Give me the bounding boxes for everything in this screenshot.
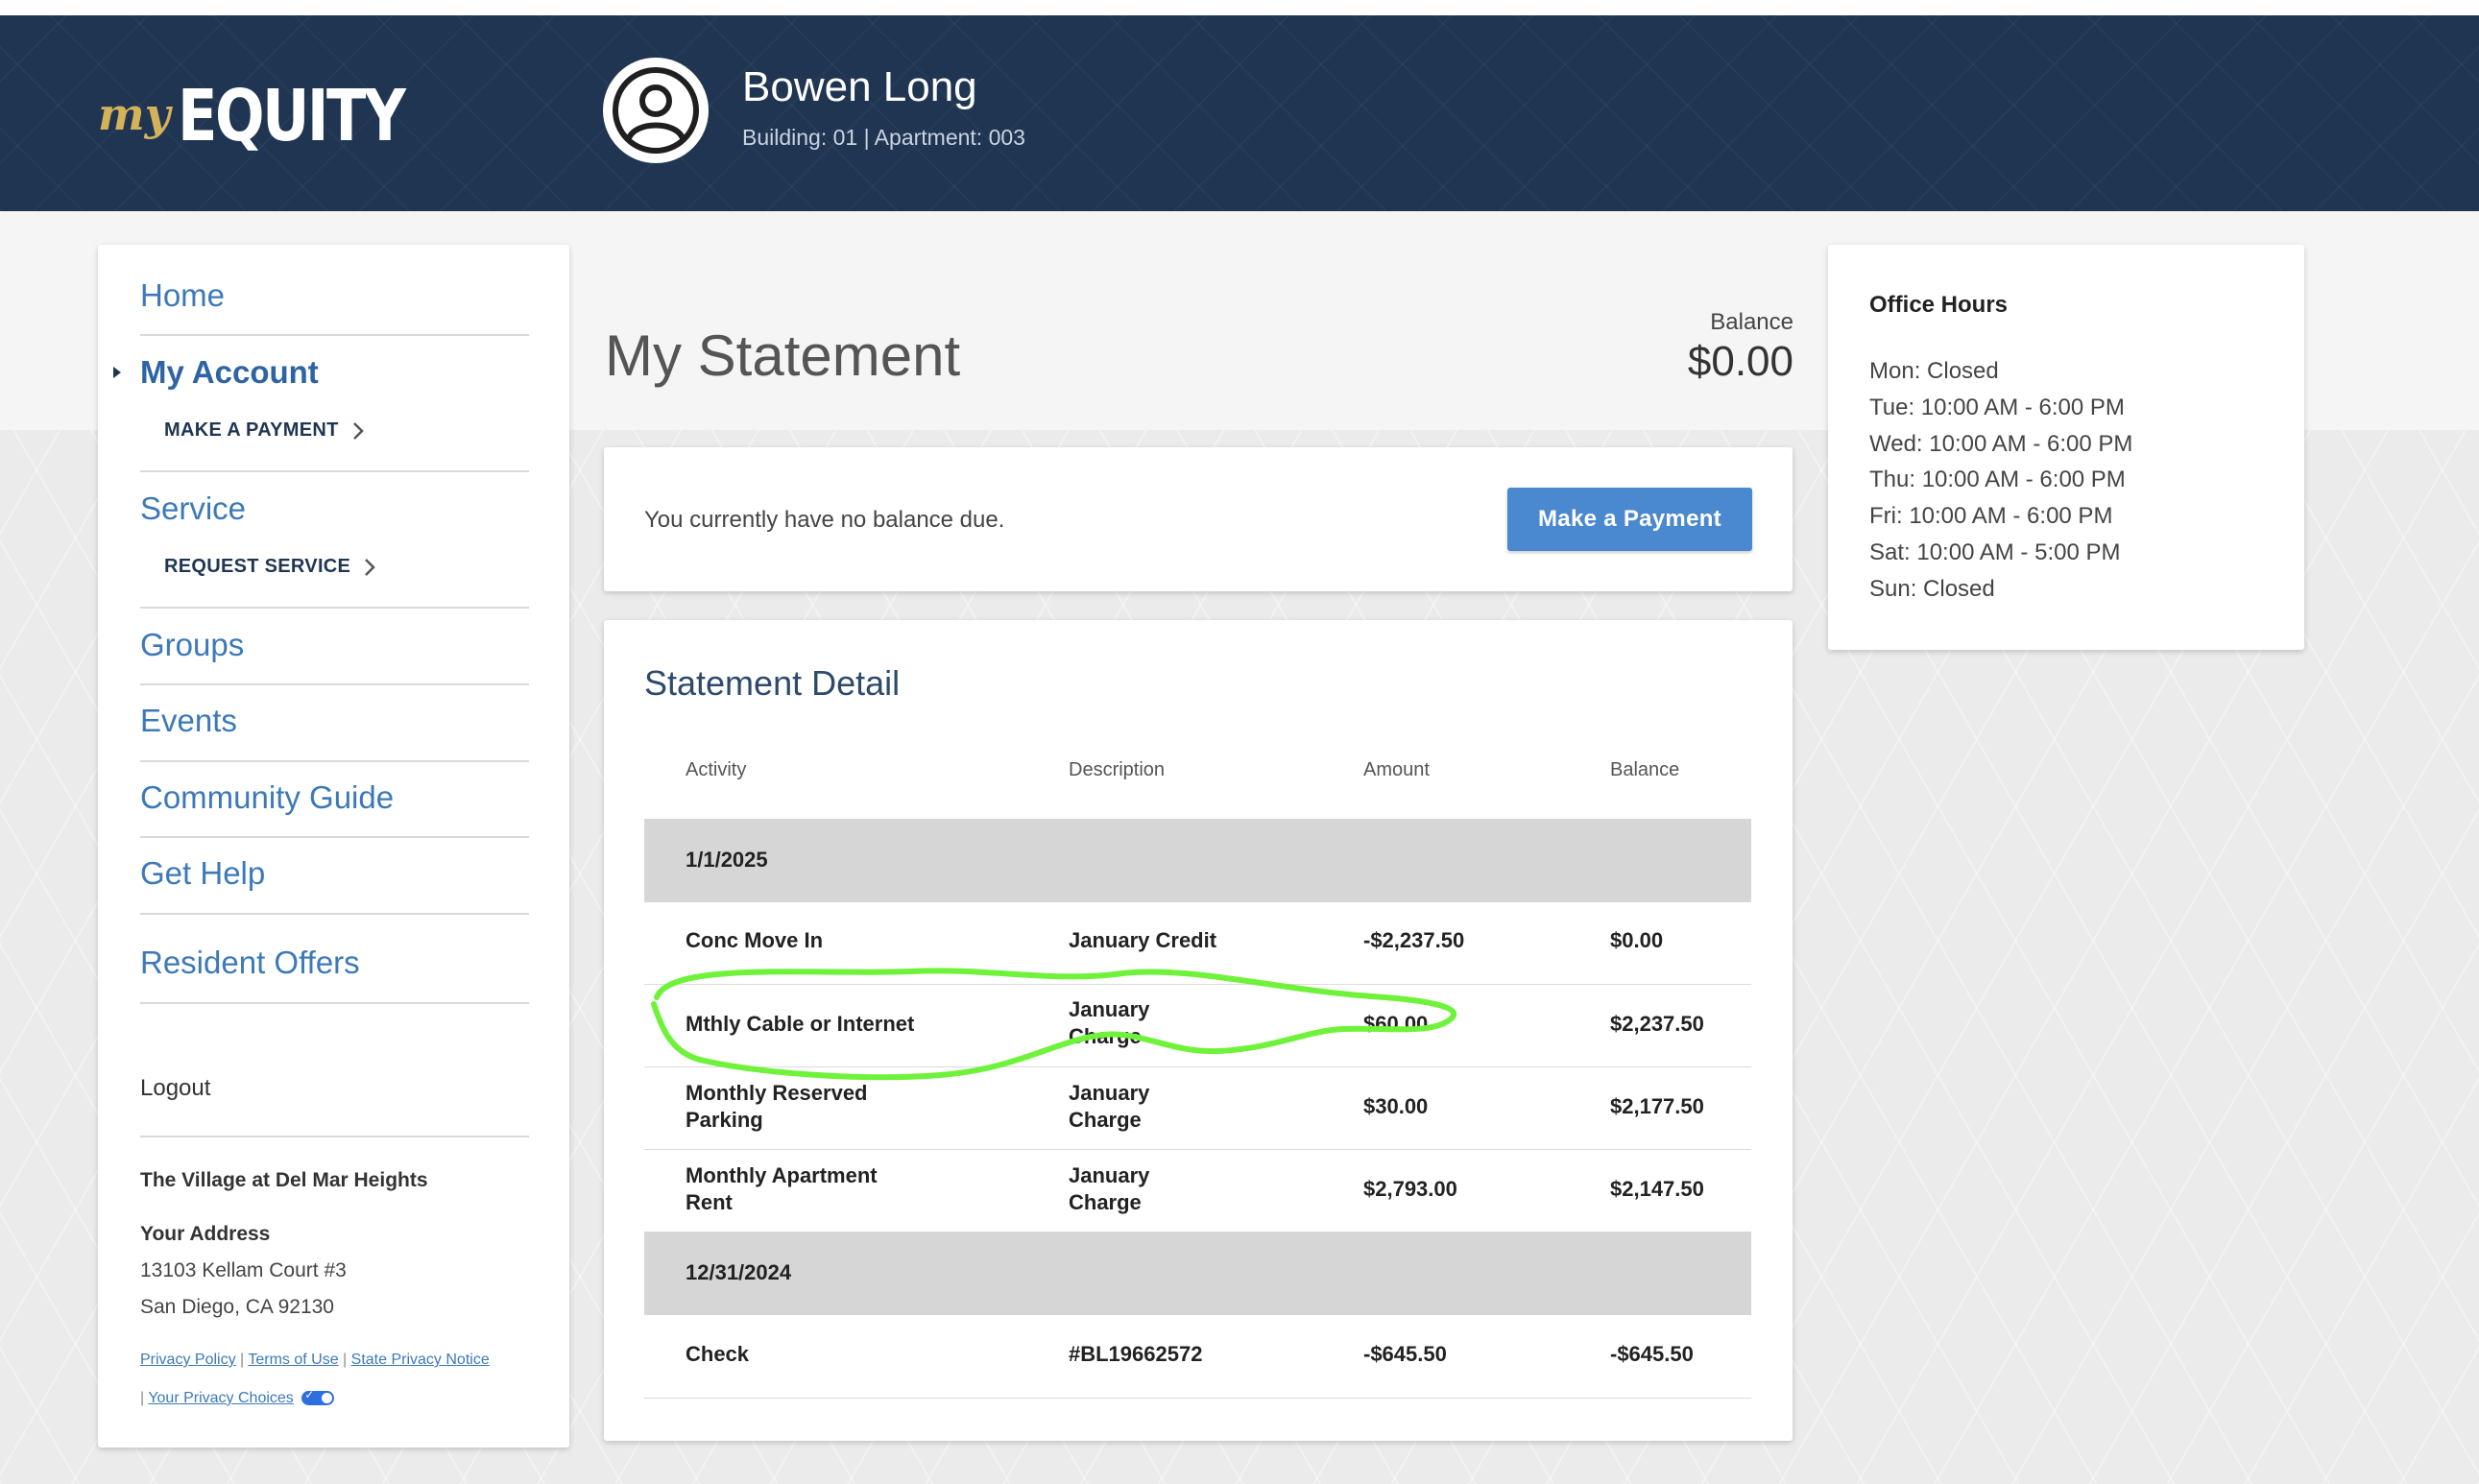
hours-line-sat: Sat: 10:00 AM - 5:00 PM bbox=[1869, 539, 2121, 565]
row-description: January Charge bbox=[1069, 997, 1150, 1048]
date-group-row: 12/31/2024 bbox=[644, 1232, 1751, 1315]
row-amount: $60.00 bbox=[1363, 1012, 1429, 1036]
hours-line-fri: Fri: 10:00 AM - 6:00 PM bbox=[1869, 503, 2113, 529]
column-header-description[interactable]: Description bbox=[1069, 759, 1165, 781]
row-balance: $2,237.50 bbox=[1610, 1012, 1704, 1036]
row-description: January Credit bbox=[1069, 928, 1217, 952]
footer-links-row-2: | Your Privacy Choices bbox=[140, 1388, 335, 1407]
balance-value: $0.00 bbox=[1687, 338, 1793, 385]
no-balance-notice: You currently have no balance due. bbox=[644, 507, 1005, 533]
footer-links-row-1: Privacy Policy | Terms of Use | State Pr… bbox=[140, 1352, 490, 1369]
sidebar-item-get-help[interactable]: Get Help bbox=[140, 855, 265, 892]
top-strip bbox=[0, 0, 2479, 15]
page-title: My Statement bbox=[605, 323, 961, 388]
column-header-amount[interactable]: Amount bbox=[1363, 759, 1430, 781]
sidebar-item-my-account[interactable]: My Account bbox=[140, 354, 319, 391]
divider bbox=[140, 760, 529, 762]
sidebar-sub-label: MAKE A PAYMENT bbox=[164, 419, 339, 441]
logout-link[interactable]: Logout bbox=[140, 1075, 210, 1102]
separator: | bbox=[140, 1390, 145, 1406]
row-divider bbox=[644, 1398, 1751, 1399]
row-activity: Mthly Cable or Internet bbox=[686, 1012, 915, 1036]
sidebar-item-groups[interactable]: Groups bbox=[140, 627, 244, 663]
sidebar-item-resident-offers[interactable]: Resident Offers bbox=[140, 945, 360, 981]
hours-line-thu: Thu: 10:00 AM - 6:00 PM bbox=[1869, 467, 2126, 492]
row-activity: Conc Move In bbox=[686, 928, 824, 952]
address-line-1: 13103 Kellam Court #3 bbox=[140, 1259, 347, 1281]
chevron-right-icon bbox=[365, 558, 375, 576]
hours-line-sun: Sun: Closed bbox=[1869, 576, 1995, 602]
divider bbox=[140, 334, 529, 336]
chevron-right-icon bbox=[352, 421, 364, 440]
active-caret-icon bbox=[113, 367, 121, 378]
sidebar-item-service[interactable]: Service bbox=[140, 491, 246, 527]
row-description: January Charge bbox=[1069, 1163, 1150, 1214]
divider bbox=[140, 913, 529, 915]
privacy-choices-link[interactable]: Your Privacy Choices bbox=[148, 1390, 293, 1406]
property-name: The Village at Del Mar Heights bbox=[140, 1169, 428, 1191]
sidebar-sub-make-payment[interactable]: MAKE A PAYMENT bbox=[164, 419, 364, 442]
hours-line-wed: Wed: 10:00 AM - 6:00 PM bbox=[1869, 431, 2133, 457]
address-label: Your Address bbox=[140, 1223, 271, 1245]
logo-my: my bbox=[98, 88, 171, 140]
divider bbox=[140, 1002, 529, 1004]
row-amount: -$645.50 bbox=[1363, 1342, 1447, 1366]
row-activity: Check bbox=[686, 1342, 750, 1366]
balance-label: Balance bbox=[1710, 309, 1793, 335]
row-divider bbox=[644, 984, 1751, 985]
group-date: 12/31/2024 bbox=[686, 1260, 792, 1284]
row-amount: $30.00 bbox=[1363, 1094, 1429, 1118]
privacy-policy-link[interactable]: Privacy Policy bbox=[140, 1352, 236, 1368]
user-avatar-icon[interactable] bbox=[603, 58, 709, 163]
separator: | bbox=[240, 1352, 245, 1368]
my-equity-logo[interactable]: my EQUITY bbox=[98, 65, 454, 152]
column-header-activity[interactable]: Activity bbox=[686, 759, 746, 781]
row-balance: $2,147.50 bbox=[1610, 1177, 1704, 1201]
statement-detail-title: Statement Detail bbox=[644, 663, 901, 703]
row-description: January Charge bbox=[1069, 1081, 1150, 1132]
row-balance: -$645.50 bbox=[1610, 1342, 1694, 1366]
row-activity: Monthly Reserved Parking bbox=[686, 1081, 868, 1132]
row-activity: Monthly Apartment Rent bbox=[686, 1163, 878, 1214]
make-payment-button[interactable]: Make a Payment bbox=[1507, 488, 1752, 551]
row-divider bbox=[644, 1066, 1751, 1067]
row-balance: $0.00 bbox=[1610, 928, 1664, 952]
site-header: my EQUITY Bowen Long Building: 01 | Apar… bbox=[0, 15, 2479, 211]
separator: | bbox=[343, 1352, 348, 1368]
date-group-row: 1/1/2025 bbox=[644, 819, 1751, 902]
hours-line-mon: Mon: Closed bbox=[1869, 358, 1999, 384]
divider bbox=[140, 683, 529, 685]
group-date: 1/1/2025 bbox=[686, 848, 768, 872]
divider bbox=[140, 607, 529, 609]
office-hours-card: Office Hours Mon: Closed Tue: 10:00 AM -… bbox=[1828, 245, 2304, 650]
address-line-2: San Diego, CA 92130 bbox=[140, 1296, 334, 1318]
logo-equity: EQUITY bbox=[178, 75, 406, 157]
row-divider bbox=[644, 1149, 1751, 1150]
hours-line-tue: Tue: 10:00 AM - 6:00 PM bbox=[1869, 395, 2125, 420]
sidebar-item-events[interactable]: Events bbox=[140, 703, 237, 739]
sidebar-sub-label: REQUEST SERVICE bbox=[164, 556, 351, 577]
sidebar-sub-request-service[interactable]: REQUEST SERVICE bbox=[164, 556, 375, 578]
user-name: Bowen Long bbox=[742, 63, 977, 110]
sidebar-item-community-guide[interactable]: Community Guide bbox=[140, 779, 394, 816]
sidebar-nav: Home My Account MAKE A PAYMENT Service R… bbox=[98, 245, 569, 1448]
office-hours-title: Office Hours bbox=[1869, 292, 2009, 318]
divider bbox=[140, 1136, 529, 1137]
privacy-choices-toggle-icon bbox=[301, 1388, 335, 1406]
statement-detail-card: Statement Detail Activity Description Am… bbox=[604, 620, 1793, 1441]
balance-notice-card: You currently have no balance due. Make … bbox=[604, 447, 1793, 591]
row-description: #BL19662572 bbox=[1069, 1342, 1203, 1366]
row-balance: $2,177.50 bbox=[1610, 1094, 1704, 1118]
user-building-apartment: Building: 01 | Apartment: 003 bbox=[742, 125, 1025, 150]
state-privacy-notice-link[interactable]: State Privacy Notice bbox=[351, 1352, 490, 1368]
divider bbox=[140, 470, 529, 472]
terms-of-use-link[interactable]: Terms of Use bbox=[248, 1352, 338, 1368]
row-amount: -$2,237.50 bbox=[1363, 928, 1465, 952]
row-amount: $2,793.00 bbox=[1363, 1177, 1457, 1201]
divider bbox=[140, 836, 529, 838]
column-header-balance[interactable]: Balance bbox=[1610, 759, 1679, 781]
sidebar-item-home[interactable]: Home bbox=[140, 277, 225, 314]
